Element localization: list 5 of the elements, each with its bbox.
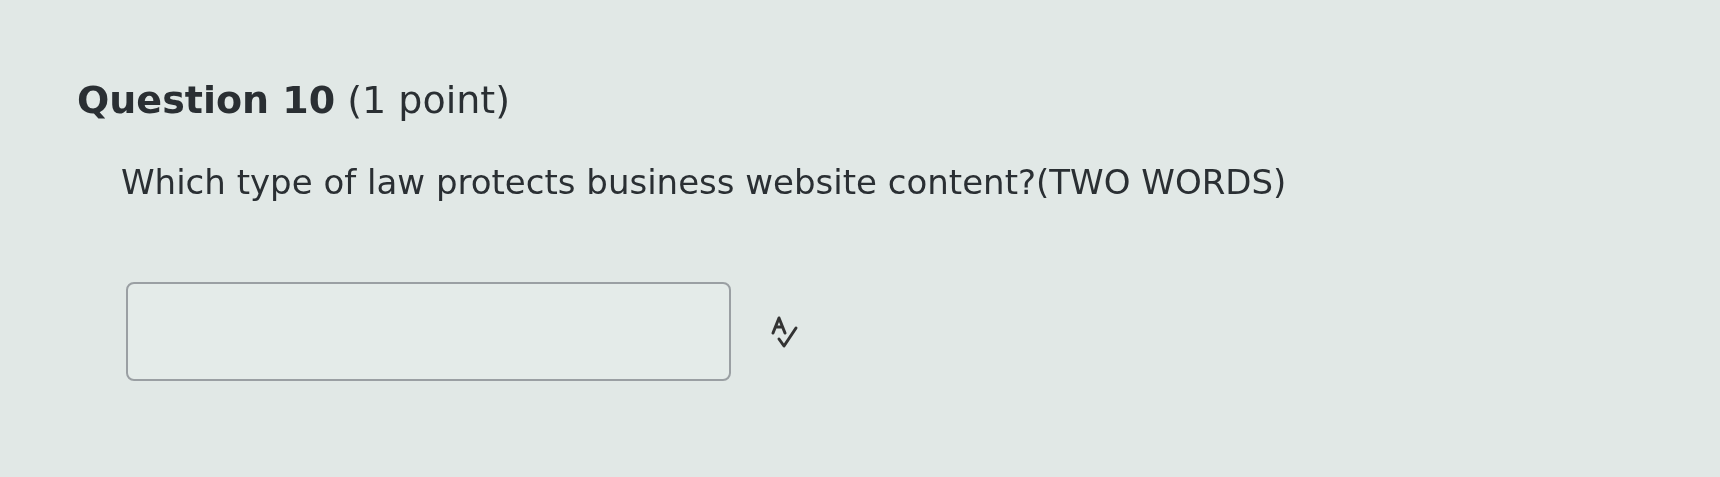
question-points: (1 point) bbox=[347, 78, 511, 122]
question-prompt: Which type of law protects business website content?(TWO WORDS) bbox=[121, 162, 1288, 202]
spellcheck-icon[interactable] bbox=[769, 314, 799, 349]
answer-field[interactable] bbox=[126, 282, 731, 381]
question-title: Question 10 bbox=[77, 78, 336, 122]
